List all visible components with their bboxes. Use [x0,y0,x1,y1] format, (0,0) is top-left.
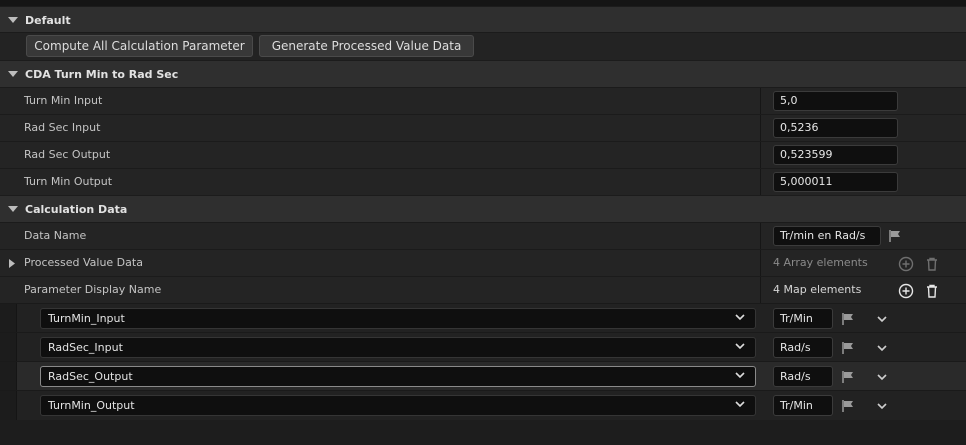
flag-icon[interactable] [841,399,855,413]
section-title: Calculation Data [25,202,128,216]
chevron-down-icon[interactable] [877,316,887,323]
chevron-down-icon [735,401,745,408]
indent-divider [16,391,17,420]
chevron-down-icon [735,314,745,321]
add-element-icon[interactable] [898,283,914,299]
flag-icon[interactable] [888,229,902,243]
map-entry-row: RadSec_Input Rad/s [0,332,966,362]
indent-gutter [0,391,16,420]
column-divider[interactable] [760,250,761,276]
chevron-down-icon[interactable] [877,345,887,352]
prop-label: Rad Sec Output [24,148,111,161]
collapse-arrow-icon[interactable] [8,206,18,212]
array-count: 4 Array elements [773,256,868,269]
empty-panel-area [0,420,966,445]
section-cda[interactable]: CDA Turn Min to Rad Sec [0,60,966,87]
prop-label: Rad Sec Input [24,121,101,134]
chevron-down-icon [735,372,745,379]
map-key-text: RadSec_Output [48,370,133,383]
map-count: 4 Map elements [773,283,862,296]
indent-gutter [0,362,16,391]
data-name-field[interactable]: Tr/min en Rad/s [773,226,881,246]
expand-arrow-icon[interactable] [9,259,16,268]
map-entry-row: TurnMin_Output Tr/Min [0,390,966,420]
map-key-dropdown[interactable]: RadSec_Input [40,337,756,358]
add-element-icon[interactable] [898,256,914,272]
indent-gutter [0,304,16,333]
compute-all-button[interactable]: Compute All Calculation Parameter [26,35,253,57]
map-value-field[interactable]: Rad/s [773,337,833,358]
column-divider[interactable] [760,142,761,168]
flag-icon[interactable] [841,370,855,384]
section-title: Default [25,13,71,27]
generate-processed-button[interactable]: Generate Processed Value Data [259,35,474,57]
column-divider[interactable] [760,88,761,114]
prop-row-rad-sec-input: Rad Sec Input 0,5236 [0,114,966,141]
map-key-dropdown[interactable]: TurnMin_Output [40,395,756,416]
prop-row-data-name: Data Name Tr/min en Rad/s [0,222,966,249]
map-key-dropdown[interactable]: TurnMin_Input [40,308,756,329]
map-key-text: TurnMin_Output [48,399,135,412]
flag-icon[interactable] [841,312,855,326]
map-value-field[interactable]: Tr/Min [773,308,833,329]
turn-min-output-field[interactable]: 5,000011 [773,172,898,192]
trash-icon[interactable] [924,283,940,299]
flag-icon[interactable] [841,341,855,355]
indent-gutter [0,333,16,362]
map-value-field[interactable]: Tr/Min [773,395,833,416]
prop-row-turn-min-output: Turn Min Output 5,000011 [0,168,966,195]
indent-divider [16,304,17,333]
prop-label: Data Name [24,229,87,242]
prop-row-turn-min-input: Turn Min Input 5,0 [0,87,966,114]
rad-sec-input-field[interactable]: 0,5236 [773,118,898,138]
prop-label: Parameter Display Name [24,283,162,296]
map-value-field[interactable]: Rad/s [773,366,833,387]
turn-min-input-field[interactable]: 5,0 [773,91,898,111]
chevron-down-icon[interactable] [877,374,887,381]
section-title: CDA Turn Min to Rad Sec [25,67,179,81]
buttons-row: Compute All Calculation Parameter Genera… [0,32,966,61]
prop-label: Turn Min Output [24,175,113,188]
prop-label: Processed Value Data [24,256,143,269]
prop-row-parameter-display-name[interactable]: Parameter Display Name 4 Map elements [0,276,966,303]
prop-label: Turn Min Input [24,94,103,107]
prop-row-rad-sec-output: Rad Sec Output 0,523599 [0,141,966,168]
section-calculation-data[interactable]: Calculation Data [0,195,966,222]
prop-row-processed-value-data[interactable]: Processed Value Data 4 Array elements [0,249,966,276]
column-divider[interactable] [760,115,761,141]
column-divider[interactable] [760,169,761,195]
map-key-text: TurnMin_Input [48,312,125,325]
rad-sec-output-field[interactable]: 0,523599 [773,145,898,165]
chevron-down-icon [735,343,745,350]
map-key-dropdown[interactable]: RadSec_Output [40,366,756,387]
column-divider[interactable] [760,223,761,249]
indent-divider [16,362,17,391]
chevron-down-icon[interactable] [877,403,887,410]
map-entry-row: TurnMin_Input Tr/Min [0,303,966,333]
collapse-arrow-icon[interactable] [8,17,18,23]
map-entry-row: RadSec_Output Rad/s [0,361,966,391]
section-default[interactable]: Default [0,6,966,33]
trash-icon[interactable] [924,256,940,272]
collapse-arrow-icon[interactable] [8,71,18,77]
map-key-text: RadSec_Input [48,341,123,354]
column-divider[interactable] [760,277,761,303]
indent-divider [16,333,17,362]
